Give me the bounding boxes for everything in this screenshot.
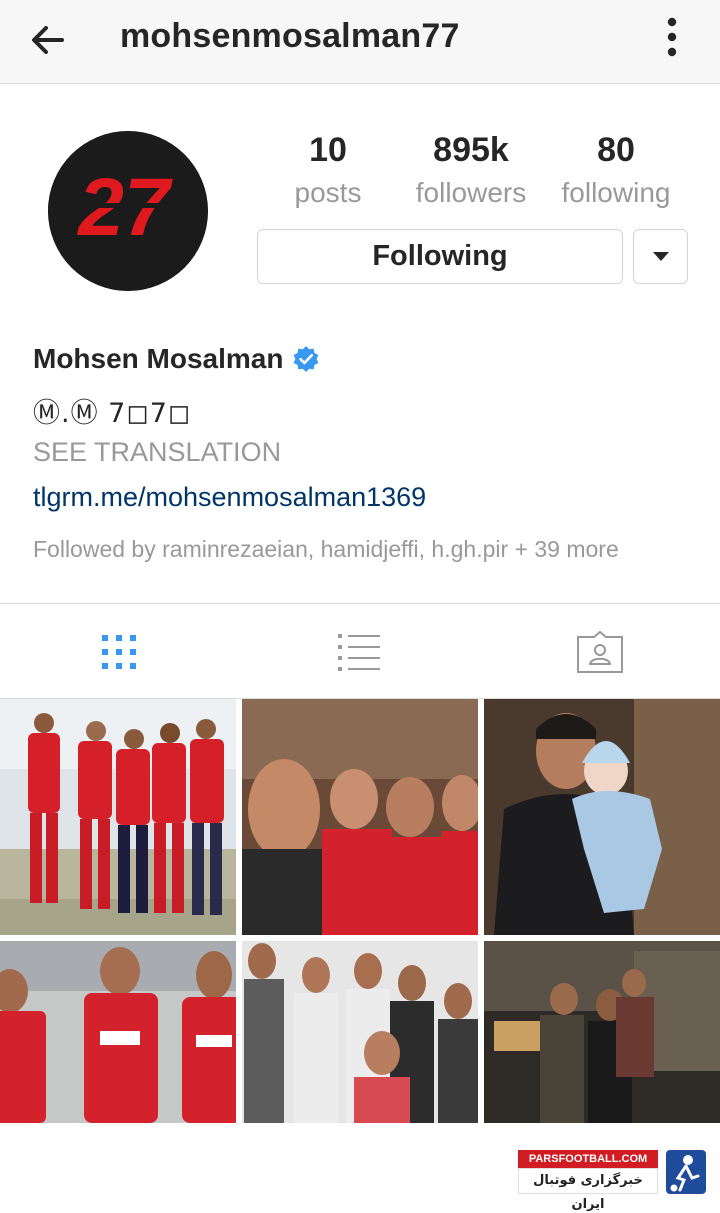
stat-posts[interactable]: 10 posts: [278, 130, 378, 210]
full-name: Mohsen Mosalman: [33, 343, 284, 374]
photo-grid: [0, 699, 720, 1123]
tab-list[interactable]: [329, 622, 389, 682]
avatar[interactable]: 27: [48, 131, 208, 291]
grid-icon: [102, 635, 136, 669]
post-thumbnail-2[interactable]: [242, 699, 478, 935]
stat-followers-label: followers: [415, 177, 527, 208]
followed-by-text[interactable]: Followed by raminrezaeian, hamidjeffi, h…: [33, 536, 619, 563]
stat-followers-count: 895k: [433, 131, 509, 169]
watermark-top-text: PARSFOOTBALL.COM: [518, 1150, 658, 1168]
profile-username-title: mohsenmosalman77: [120, 17, 460, 55]
stat-followers[interactable]: 895k followers: [403, 130, 539, 210]
tab-grid[interactable]: [89, 622, 149, 682]
stat-posts-label: posts: [294, 177, 362, 208]
stat-following[interactable]: 80 following: [552, 130, 680, 210]
stat-following-count: 80: [597, 131, 635, 169]
more-vertical-icon[interactable]: [656, 14, 688, 62]
watermark-bottom-text: خبرگزاری فوتبال ایران: [518, 1168, 658, 1212]
stat-following-label: following: [561, 177, 671, 208]
tab-tagged[interactable]: [570, 622, 630, 682]
post-thumbnail-1[interactable]: [0, 699, 236, 935]
bio-link[interactable]: tlgrm.me/mohsenmosalman1369: [33, 482, 426, 513]
list-icon: [338, 634, 380, 671]
stat-posts-count: 10: [309, 131, 347, 169]
chevron-down-icon: [652, 251, 669, 261]
bio-text: Ⓜ.Ⓜ 7◻7◻: [33, 398, 192, 429]
profile-tabs: [0, 603, 720, 699]
see-translation-link[interactable]: SEE TRANSLATION: [33, 437, 281, 468]
watermark-player-icon: [666, 1150, 706, 1194]
top-bar: mohsenmosalman77: [0, 0, 720, 84]
post-thumbnail-3[interactable]: [484, 699, 720, 935]
profile-header: 27 10 posts 895k followers 80 following …: [0, 85, 720, 602]
following-button[interactable]: Following: [257, 229, 623, 284]
back-arrow-icon[interactable]: [26, 18, 70, 62]
fullname-row: Mohsen Mosalman: [33, 343, 320, 375]
tagged-person-icon: [577, 631, 623, 673]
suggestions-dropdown-button[interactable]: [633, 229, 688, 284]
watermark-logo: PARSFOOTBALL.COM خبرگزاری فوتبال ایران: [518, 1150, 706, 1212]
verified-badge-icon: [294, 346, 319, 372]
